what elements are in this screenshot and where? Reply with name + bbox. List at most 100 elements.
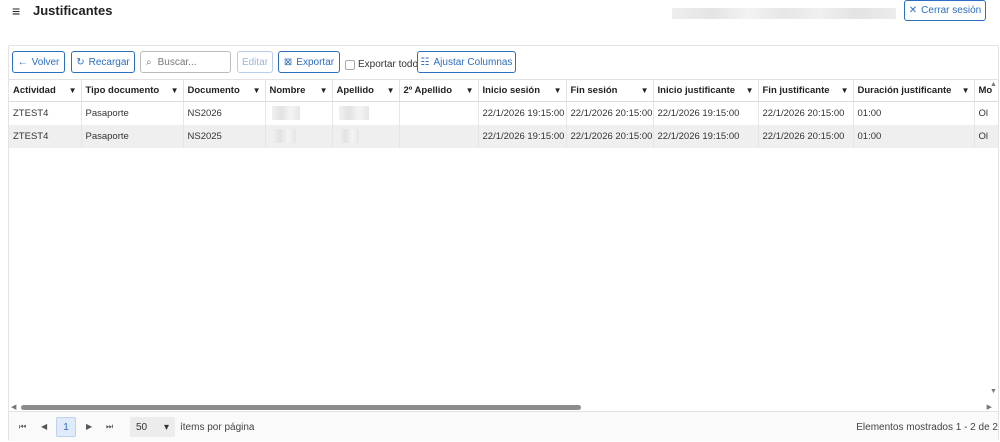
filter-icon[interactable]: ▼ <box>171 86 179 95</box>
table-cell-redacted <box>265 124 333 148</box>
table-cell: Pasaporte <box>81 124 184 148</box>
filter-icon[interactable]: ▼ <box>554 86 562 95</box>
table-cell-redacted <box>332 101 400 125</box>
export-button[interactable]: ⊠ Exportar <box>278 51 340 73</box>
edit-label: Editar <box>241 56 269 68</box>
redacted-surname <box>338 129 359 143</box>
vertical-scrollbar[interactable]: ▲ ▼ <box>988 79 998 395</box>
reload-button[interactable]: ↻ Recargar <box>71 51 135 73</box>
hamburger-menu-icon[interactable]: ≡ <box>12 4 20 18</box>
grid-header-row: Actividad ▼ Tipo documento ▼ Documento ▼ No… <box>9 79 998 102</box>
redacted-surname <box>338 106 369 121</box>
table-row[interactable]: ZTEST4 Pasaporte NS2026 22/1/2026 19:15:… <box>9 101 998 125</box>
current-page-button[interactable]: 1 <box>56 417 76 437</box>
column-header-nombre[interactable]: Nombre ▼ <box>265 79 333 102</box>
column-header-duracion-justificante[interactable]: Duración justificante ▼ <box>853 79 975 102</box>
grid-panel: ← Volver ↻ Recargar ⌕ Buscar... Editar ⊠… <box>8 45 999 441</box>
column-header-fin-justificante[interactable]: Fin justificante ▼ <box>758 79 854 102</box>
export-icon: ⊠ <box>283 56 293 68</box>
filter-icon[interactable]: ▼ <box>641 86 649 95</box>
export-all-label: Exportar todo <box>358 59 419 70</box>
column-header-segundo-apellido[interactable]: 2º Apellido ▼ <box>399 79 479 102</box>
column-header-label: Apellido <box>336 85 374 96</box>
first-page-icon[interactable]: ⏮ <box>19 422 26 432</box>
pager: ⏮ ◀ 1 ▶ ⏭ 50 ▾ ítems por página Elemento… <box>9 411 998 441</box>
column-header-label: Documento <box>187 85 240 96</box>
back-label: Volver <box>31 56 60 68</box>
filter-icon[interactable]: ▼ <box>746 86 754 95</box>
column-header-fin-sesion[interactable]: Fin sesión ▼ <box>566 79 654 102</box>
table-cell: ZTEST4 <box>9 101 82 125</box>
search-icon: ⌕ <box>146 56 152 68</box>
search-placeholder: Buscar... <box>157 56 197 68</box>
table-cell: 22/1/2026 19:15:00 <box>478 101 567 125</box>
table-cell: ZTEST4 <box>9 124 82 148</box>
scroll-down-icon[interactable]: ▼ <box>990 388 997 395</box>
checkbox-box[interactable] <box>345 59 355 70</box>
table-cell: NS2026 <box>183 101 266 125</box>
scroll-up-icon[interactable]: ▲ <box>990 81 997 88</box>
back-button[interactable]: ← Volver <box>12 51 65 73</box>
table-row[interactable]: ZTEST4 Pasaporte NS2025 22/1/2026 19:15:… <box>9 124 998 148</box>
column-header-actividad[interactable]: Actividad ▼ <box>9 79 82 102</box>
grid-toolbar: ← Volver ↻ Recargar ⌕ Buscar... Editar ⊠… <box>9 46 998 76</box>
page-size-value: 50 <box>136 421 148 433</box>
export-label: Exportar <box>296 56 335 68</box>
search-input[interactable]: ⌕ Buscar... <box>140 51 231 73</box>
arrow-left-icon: ← <box>17 56 28 68</box>
last-page-icon[interactable]: ⏭ <box>106 422 113 432</box>
table-cell-redacted <box>332 124 400 148</box>
filter-icon[interactable]: ▼ <box>387 86 395 95</box>
table-cell <box>399 101 479 125</box>
column-header-label: Inicio sesión <box>482 85 541 96</box>
filter-icon[interactable]: ▼ <box>253 86 261 95</box>
scroll-left-icon[interactable]: ◀ <box>11 403 16 411</box>
per-page-label: ítems por página <box>180 422 255 433</box>
adjust-columns-label: Ajustar Columnas <box>433 56 513 68</box>
column-header-label: Fin sesión <box>570 85 618 96</box>
table-cell: 01:00 <box>853 124 975 148</box>
column-header-label: 2º Apellido <box>403 85 453 96</box>
table-cell: 22/1/2026 20:15:00 <box>566 101 654 125</box>
column-header-label: Inicio justificante <box>657 85 736 96</box>
column-header-apellido[interactable]: Apellido ▼ <box>332 79 400 102</box>
column-header-label: Tipo documento <box>85 85 160 96</box>
table-cell-redacted <box>265 101 333 125</box>
reload-label: Recargar <box>88 56 130 68</box>
prev-page-icon[interactable]: ◀ <box>41 422 47 431</box>
logout-label: Cerrar sesión <box>921 5 982 16</box>
columns-icon: ☷ <box>420 56 430 68</box>
redacted-name <box>271 106 300 121</box>
table-cell: 22/1/2026 19:15:00 <box>653 124 759 148</box>
redacted-name <box>271 129 296 143</box>
column-header-label: Actividad <box>13 85 56 96</box>
scroll-right-icon[interactable]: ▶ <box>987 403 992 411</box>
filter-icon[interactable]: ▼ <box>962 86 970 95</box>
table-cell: Pasaporte <box>81 101 184 125</box>
logout-button[interactable]: ✕ Cerrar sesión <box>904 0 986 21</box>
data-grid: Actividad ▼ Tipo documento ▼ Documento ▼ No… <box>9 79 998 405</box>
export-all-checkbox[interactable]: Exportar todo <box>345 59 418 70</box>
page-size-select[interactable]: 50 ▾ <box>130 417 175 437</box>
top-header: ≡ Justificantes ✕ Cerrar sesión <box>0 0 1000 30</box>
filter-icon[interactable]: ▼ <box>841 86 849 95</box>
edit-button[interactable]: Editar <box>237 51 273 73</box>
filter-icon[interactable]: ▼ <box>466 86 474 95</box>
column-header-inicio-sesion[interactable]: Inicio sesión ▼ <box>478 79 567 102</box>
next-page-icon[interactable]: ▶ <box>86 422 92 431</box>
filter-icon[interactable]: ▼ <box>320 86 328 95</box>
close-icon: ✕ <box>908 5 918 16</box>
column-header-documento[interactable]: Documento ▼ <box>183 79 266 102</box>
filter-icon[interactable]: ▼ <box>69 86 77 95</box>
column-header-label: Fin justificante <box>762 85 830 96</box>
table-cell: 22/1/2026 20:15:00 <box>758 124 854 148</box>
scrollbar-thumb[interactable] <box>21 405 581 410</box>
column-header-tipo-documento[interactable]: Tipo documento ▼ <box>81 79 184 102</box>
table-cell: NS2025 <box>183 124 266 148</box>
column-header-inicio-justificante[interactable]: Inicio justificante ▼ <box>653 79 759 102</box>
table-cell: 22/1/2026 20:15:00 <box>566 124 654 148</box>
blurred-user-info <box>672 8 896 19</box>
table-cell: 22/1/2026 19:15:00 <box>653 101 759 125</box>
table-cell: 22/1/2026 19:15:00 <box>478 124 567 148</box>
adjust-columns-button[interactable]: ☷ Ajustar Columnas <box>417 51 516 73</box>
